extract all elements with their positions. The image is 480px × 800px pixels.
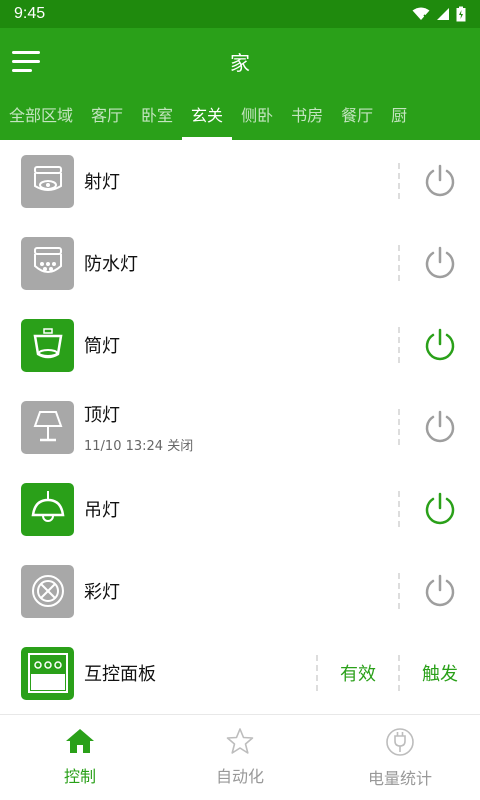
downlight-icon bbox=[21, 318, 74, 372]
device-row[interactable]: 射灯 bbox=[0, 140, 480, 222]
signal-icon bbox=[437, 8, 449, 20]
bottom-nav: 控制 自动化 电量统计 bbox=[0, 714, 480, 800]
power-icon bbox=[425, 410, 455, 443]
power-icon bbox=[425, 492, 455, 525]
nav-label: 电量统计 bbox=[367, 769, 432, 788]
switch-panel-icon bbox=[21, 646, 74, 700]
device-row[interactable]: 吊灯 bbox=[0, 468, 480, 550]
device-row[interactable]: 顶灯 11/10 13:24 关闭 bbox=[0, 386, 480, 468]
status-bar: 9:45 bbox=[0, 0, 480, 28]
device-name: 防水灯 bbox=[84, 254, 138, 275]
device-row[interactable]: 防水灯 bbox=[0, 222, 480, 304]
plug-icon bbox=[386, 728, 414, 756]
page-title: 家 bbox=[230, 50, 250, 75]
tab-bedroom[interactable]: 卧室 bbox=[132, 94, 182, 140]
nav-control[interactable]: 控制 bbox=[0, 715, 160, 800]
menu-button[interactable] bbox=[0, 28, 56, 94]
power-toggle[interactable] bbox=[420, 243, 460, 283]
device-row[interactable]: 筒灯 bbox=[0, 304, 480, 386]
tab-side-bedroom[interactable]: 侧卧 bbox=[232, 94, 282, 140]
app-bar: 家 bbox=[0, 28, 480, 94]
tab-all-areas[interactable]: 全部区域 bbox=[0, 94, 82, 140]
tab-kitchen[interactable]: 厨 bbox=[382, 94, 416, 140]
home-icon bbox=[66, 729, 94, 753]
power-icon bbox=[425, 246, 455, 279]
device-status: 11/10 13:24 关闭 bbox=[84, 438, 194, 454]
power-toggle[interactable] bbox=[420, 161, 460, 201]
device-name: 筒灯 bbox=[84, 336, 120, 357]
power-toggle[interactable] bbox=[420, 407, 460, 447]
power-icon bbox=[425, 164, 455, 197]
divider bbox=[398, 327, 400, 363]
power-icon bbox=[425, 328, 455, 361]
divider bbox=[398, 573, 400, 609]
power-toggle[interactable] bbox=[420, 489, 460, 529]
battery-icon bbox=[456, 6, 466, 22]
panel-name: 互控面板 bbox=[84, 664, 156, 685]
nav-label: 自动化 bbox=[215, 767, 264, 786]
power-icon bbox=[425, 574, 455, 607]
menu-icon-line bbox=[12, 68, 32, 72]
waterproof-light-icon bbox=[21, 236, 74, 290]
power-toggle[interactable] bbox=[420, 325, 460, 365]
menu-icon-line bbox=[12, 59, 40, 63]
status-icons bbox=[412, 6, 466, 22]
tab-living-room[interactable]: 客厅 bbox=[82, 94, 132, 140]
status-time: 9:45 bbox=[14, 5, 46, 22]
divider bbox=[398, 163, 400, 199]
menu-icon-line bbox=[12, 50, 40, 54]
tab-study[interactable]: 书房 bbox=[282, 94, 332, 140]
device-name: 顶灯 bbox=[84, 404, 120, 426]
device-name: 彩灯 bbox=[84, 582, 120, 603]
valid-button[interactable]: 有效 bbox=[318, 660, 398, 686]
wifi-icon bbox=[412, 7, 430, 20]
area-tabs: 全部区域 客厅 卧室 玄关 侧卧 书房 餐厅 厨 bbox=[0, 94, 480, 140]
color-light-icon bbox=[21, 564, 74, 618]
device-row[interactable]: 彩灯 bbox=[0, 550, 480, 632]
spotlight-icon bbox=[21, 154, 74, 208]
device-list: 射灯 防水灯 筒灯 顶灯 11/10 13:24 关闭 吊灯 彩灯 互控面板 有… bbox=[0, 140, 480, 706]
nav-label: 控制 bbox=[63, 767, 96, 786]
tab-entrance[interactable]: 玄关 bbox=[182, 94, 233, 140]
device-name: 吊灯 bbox=[84, 500, 120, 521]
device-name: 射灯 bbox=[84, 172, 120, 193]
divider bbox=[398, 245, 400, 281]
star-icon bbox=[226, 728, 254, 754]
nav-power-stats[interactable]: 电量统计 bbox=[320, 715, 480, 800]
divider bbox=[398, 491, 400, 527]
power-toggle[interactable] bbox=[420, 571, 460, 611]
panel-row[interactable]: 互控面板 有效 触发 bbox=[0, 632, 480, 706]
nav-automation[interactable]: 自动化 bbox=[160, 715, 320, 800]
trigger-button[interactable]: 触发 bbox=[400, 660, 480, 686]
tab-dining-room[interactable]: 餐厅 bbox=[332, 94, 382, 140]
table-lamp-icon bbox=[21, 400, 74, 454]
divider bbox=[398, 409, 400, 445]
pendant-lamp-icon bbox=[21, 482, 74, 536]
